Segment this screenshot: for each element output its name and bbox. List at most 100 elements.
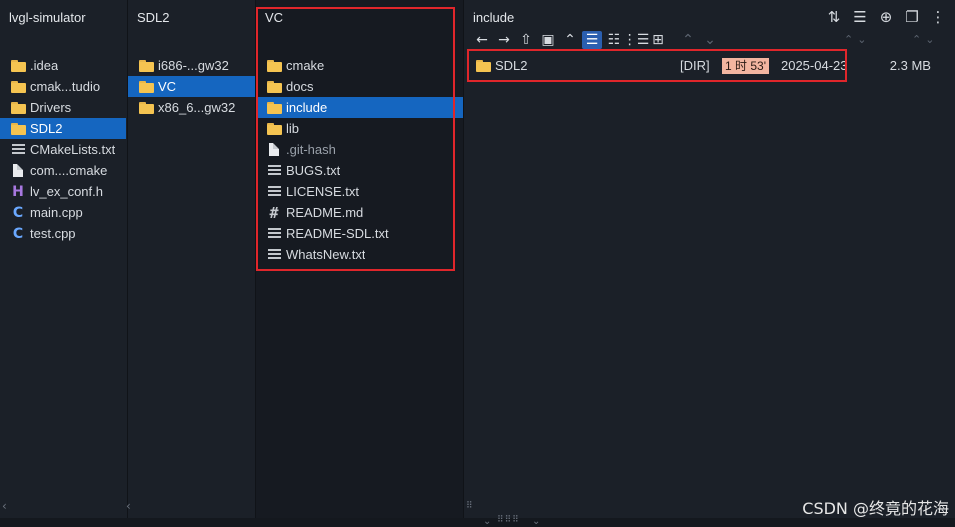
cpp-file-icon: C	[12, 225, 24, 242]
item-label: cmak...tudio	[30, 79, 101, 94]
column-title: SDL2	[137, 10, 170, 25]
item-label: VC	[158, 79, 177, 94]
file-list: cmake docs include lib .git-hash BUGS.tx…	[256, 55, 463, 265]
chevron-up-icon[interactable]: ⌃	[912, 33, 921, 46]
chevron-down-icon[interactable]: ⌄	[532, 516, 540, 527]
list-item[interactable]: lib	[256, 118, 463, 139]
column-title: lvgl-simulator	[9, 10, 86, 25]
grid-view-icon[interactable]: ⊞	[648, 31, 668, 49]
tree-view-icon[interactable]: ⋮☰	[623, 31, 650, 49]
list-item[interactable]: cmake	[256, 55, 463, 76]
list-item-selected[interactable]: VC	[128, 76, 255, 97]
list-item[interactable]: i686-...gw32	[128, 55, 255, 76]
item-label: main.cpp	[30, 205, 83, 220]
list-item[interactable]: WhatsNew.txt	[256, 244, 463, 265]
list-item[interactable]: cmak...tudio	[0, 76, 126, 97]
item-label: docs	[286, 79, 314, 94]
text-file-icon	[266, 184, 282, 200]
column-sdl2: SDL2 i686-...gw32 VC x86_6...gw32 ‹	[126, 0, 255, 527]
item-label: CMakeLists.txt	[30, 142, 116, 157]
table-row[interactable]: SDL2 [DIR] 1 时 53' 2025-04-23 2.3 MB	[468, 55, 948, 76]
entry-size: 2.3 MB	[889, 58, 931, 73]
collapse-chevron-icon[interactable]: ‹	[126, 499, 131, 513]
item-label: README-SDL.txt	[286, 226, 389, 241]
add-icon[interactable]: ⊕	[876, 8, 896, 26]
list-item[interactable]: x86_6...gw32	[128, 97, 255, 118]
list-item[interactable]: LICENSE.txt	[256, 181, 463, 202]
list-item[interactable]: # README.md	[256, 202, 463, 223]
item-label: com....cmake	[30, 163, 108, 178]
item-label: README.md	[286, 205, 364, 220]
file-icon	[266, 142, 282, 158]
list-item-selected[interactable]: SDL2	[0, 118, 126, 139]
entry-name: SDL2	[495, 58, 528, 73]
folder-icon	[10, 100, 26, 116]
list-item[interactable]: README-SDL.txt	[256, 223, 463, 244]
chevron-up-icon[interactable]: ⌃	[560, 31, 580, 49]
arrow-left-icon[interactable]: ←	[472, 31, 492, 49]
collapse-chevron-icon[interactable]: ‹	[2, 499, 7, 513]
column-sort-toggles: ⌃ ⌄	[912, 33, 934, 46]
list-item-selected[interactable]: include	[256, 97, 463, 118]
text-file-icon	[266, 226, 282, 242]
folder-icon	[138, 58, 154, 74]
item-label: test.cpp	[30, 226, 76, 241]
file-icon	[10, 163, 26, 179]
list-item[interactable]: Cmain.cpp	[0, 202, 126, 223]
list-settings-icon[interactable]: ☰	[850, 8, 870, 26]
list-item[interactable]: .git-hash	[256, 139, 463, 160]
folder-icon	[138, 79, 154, 95]
sort-icon[interactable]: ⇅	[824, 8, 844, 26]
copy-icon[interactable]: ❐	[902, 8, 922, 26]
list-item[interactable]: Drivers	[0, 97, 126, 118]
column-lvgl-simulator: lvgl-simulator .idea cmak...tudio Driver…	[0, 0, 126, 527]
sort-desc-icon[interactable]: ⌄	[700, 31, 720, 49]
list-item[interactable]: docs	[256, 76, 463, 97]
column-sort-toggles: ⌃ ⌄	[844, 33, 866, 46]
chevron-down-icon[interactable]: ⌄	[925, 33, 934, 46]
item-label: x86_6...gw32	[158, 100, 236, 115]
text-file-icon	[266, 247, 282, 263]
detail-view-icon[interactable]: ☷	[604, 31, 624, 49]
cpp-file-icon: C	[12, 204, 24, 221]
list-item[interactable]: Hlv_ex_conf.h	[0, 181, 126, 202]
item-label: lv_ex_conf.h	[30, 184, 103, 199]
list-view-icon[interactable]: ☰	[582, 31, 602, 49]
folder-icon	[266, 100, 282, 116]
resize-grip-icon[interactable]: ⠿⠿⠿	[497, 515, 520, 525]
folder-icon	[266, 121, 282, 137]
item-label: .git-hash	[286, 142, 336, 157]
sort-asc-icon[interactable]: ⌃	[678, 31, 698, 49]
arrow-up-icon[interactable]: ⇧	[516, 31, 536, 49]
item-label: Drivers	[30, 100, 72, 115]
resize-grip-icon[interactable]: ⠿	[466, 501, 474, 511]
list-item[interactable]: Ctest.cpp	[0, 223, 126, 244]
folder-icon	[10, 79, 26, 95]
arrow-right-icon[interactable]: →	[494, 31, 514, 49]
list-item[interactable]: CMakeLists.txt	[0, 139, 126, 160]
list-item[interactable]: com....cmake	[0, 160, 126, 181]
column-title: VC	[265, 10, 284, 25]
list-item[interactable]: BUGS.txt	[256, 160, 463, 181]
item-label: WhatsNew.txt	[286, 247, 366, 262]
chevron-down-icon[interactable]: ⌄	[483, 516, 491, 527]
chevron-up-icon[interactable]: ⌃	[844, 33, 853, 46]
chevron-down-icon[interactable]: ⌄	[857, 33, 866, 46]
item-label: i686-...gw32	[158, 58, 229, 73]
entry-time-badge: 1 时 53'	[722, 57, 769, 74]
folder-icon	[138, 100, 154, 116]
entry-date: 2025-04-23	[780, 58, 848, 73]
file-list: .idea cmak...tudio Drivers SDL2 CMakeLis…	[0, 55, 126, 244]
item-label: LICENSE.txt	[286, 184, 359, 199]
folder-icon	[10, 58, 26, 74]
item-label: cmake	[286, 58, 325, 73]
top-toolbar: ⇅ ☰ ⊕ ❐ ⋮	[824, 8, 948, 26]
folder-icon	[10, 121, 26, 137]
item-label: .idea	[30, 58, 59, 73]
item-label: lib	[286, 121, 300, 136]
new-folder-icon[interactable]: ▣	[538, 31, 558, 49]
markdown-file-icon: #	[269, 203, 279, 222]
list-item[interactable]: .idea	[0, 55, 126, 76]
more-icon[interactable]: ⋮	[928, 8, 948, 26]
item-label: BUGS.txt	[286, 163, 341, 178]
